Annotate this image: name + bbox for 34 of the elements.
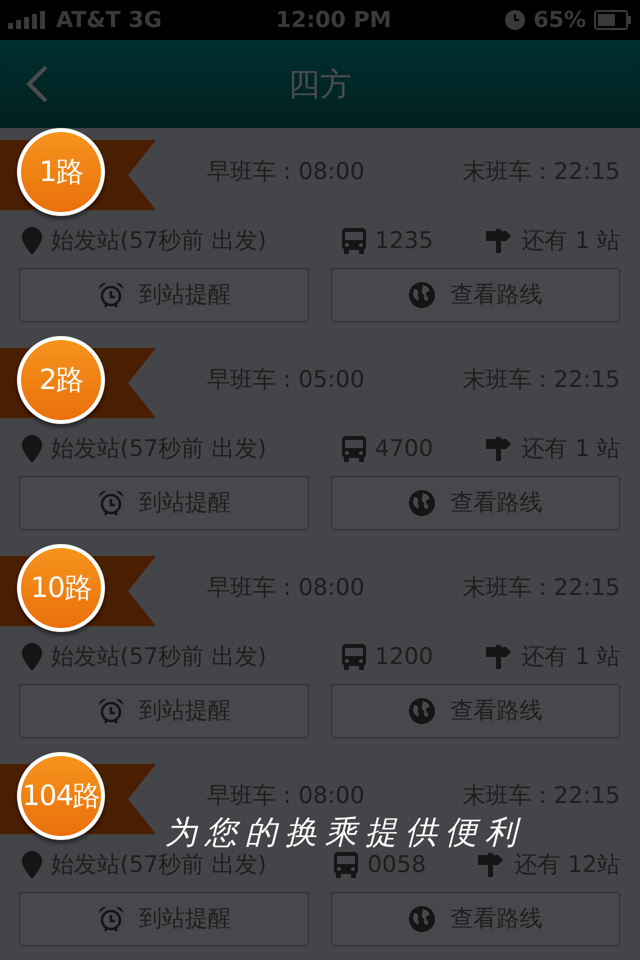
route-badge: 2路 (17, 336, 105, 424)
globe-icon (408, 697, 436, 725)
network-type: 3G (128, 6, 162, 34)
signpost-icon (484, 643, 512, 671)
globe-icon (408, 905, 436, 933)
route-badge: 104路 (17, 752, 105, 840)
route-badge: 10路 (17, 544, 105, 632)
location-pin-icon (21, 642, 43, 672)
alarm-clock-icon (96, 281, 125, 309)
bus-icon (340, 643, 367, 671)
alarm-clock-icon (96, 489, 125, 517)
alarm-clock-icon (96, 905, 125, 933)
status-time: 12:00 PM (276, 6, 392, 34)
battery-percent: 65% (533, 6, 586, 34)
back-button[interactable] (24, 64, 50, 104)
location-pin-icon (21, 226, 43, 256)
page-title: 四方 (288, 65, 352, 103)
promo-caption: 为您的换乘提供便利 (165, 814, 525, 850)
alarm-clock-icon (96, 697, 125, 725)
battery-icon (594, 10, 632, 30)
globe-icon (408, 281, 436, 309)
clock-icon (505, 10, 526, 30)
signpost-icon (484, 227, 512, 255)
carrier-name: AT&T (56, 6, 121, 34)
signpost-icon (484, 435, 512, 463)
location-pin-icon (21, 850, 43, 880)
bus-icon (340, 227, 367, 255)
signpost-icon (477, 851, 504, 879)
bus-icon (340, 435, 367, 463)
route-badge: 1路 (17, 128, 105, 216)
globe-icon (408, 489, 436, 517)
signal-icon (8, 11, 48, 29)
bus-icon (333, 851, 360, 879)
location-pin-icon (21, 434, 43, 464)
